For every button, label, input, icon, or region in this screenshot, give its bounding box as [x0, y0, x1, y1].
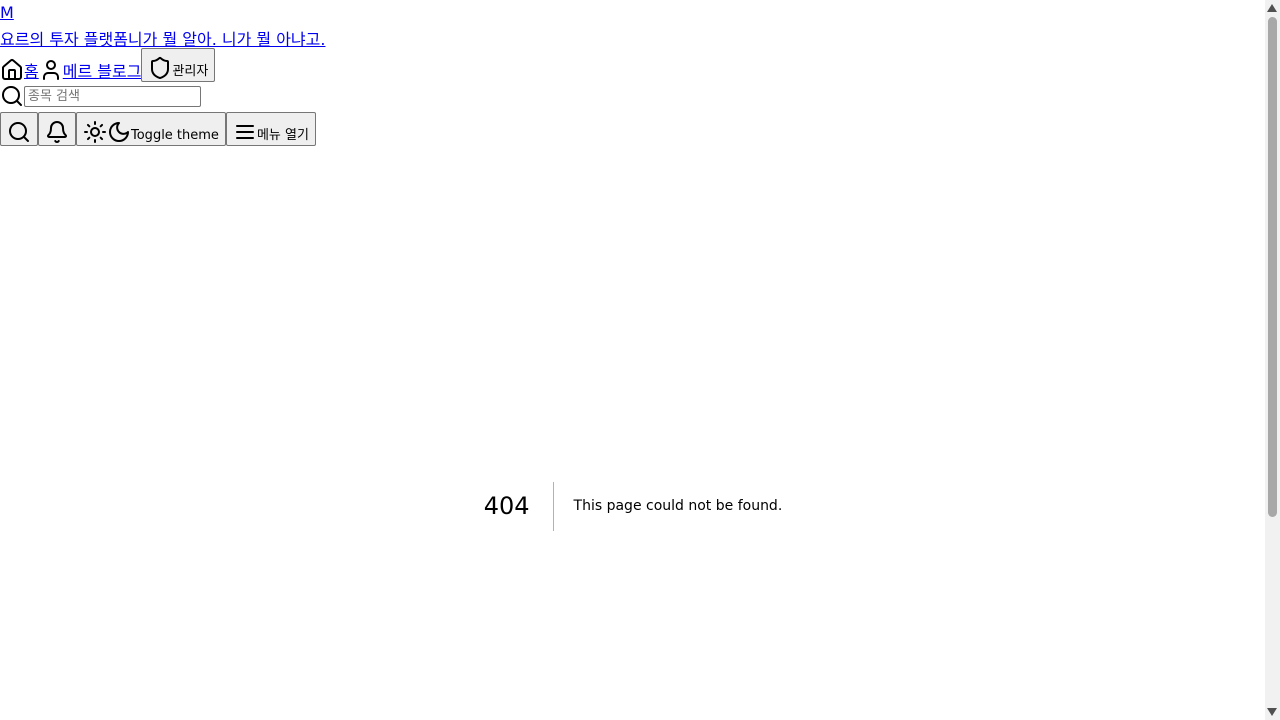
main-nav: 홈 메르 블로그 관리자: [0, 48, 216, 82]
notifications-button[interactable]: [38, 112, 76, 146]
search-bar: [0, 84, 201, 108]
tagline-row: 요르의 투자 플랫폼니가 뭘 알아. 니가 뭘 아냐고.: [0, 26, 325, 50]
toggle-theme-label: Toggle theme: [131, 128, 219, 143]
admin-button-label: 관리자: [172, 64, 209, 79]
logo-row: M: [0, 3, 14, 22]
nav-home-link[interactable]: 홈: [0, 58, 39, 82]
error-message: This page could not be found.: [573, 497, 783, 514]
scroll-up-arrow-icon[interactable]: [1267, 4, 1277, 12]
toggle-theme-button[interactable]: Toggle theme: [76, 112, 226, 146]
admin-button[interactable]: 관리자: [141, 48, 216, 82]
scroll-down-arrow-icon[interactable]: [1267, 708, 1277, 716]
stock-search-input[interactable]: [24, 85, 201, 107]
logo-link[interactable]: M: [0, 3, 14, 22]
open-menu-button[interactable]: 메뉴 열기: [225, 112, 316, 146]
shield-icon: [148, 56, 172, 80]
moon-icon: [107, 120, 131, 144]
nav-blog-label: 메르 블로그: [62, 62, 142, 81]
open-menu-label: 메뉴 열기: [256, 128, 309, 143]
scroll-thumb[interactable]: [1268, 17, 1277, 517]
nav-home-label: 홈: [24, 62, 39, 81]
nav-blog-link[interactable]: 메르 블로그: [39, 58, 142, 82]
action-bar: Toggle theme 메뉴 열기: [0, 112, 316, 146]
home-icon: [0, 58, 24, 82]
bell-icon: [45, 120, 69, 144]
search-icon: [7, 120, 31, 144]
search-icon: [0, 84, 24, 108]
tagline-link[interactable]: 요르의 투자 플랫폼니가 뭘 알아. 니가 뭘 아냐고.: [0, 26, 325, 50]
user-icon: [39, 58, 63, 82]
menu-icon: [233, 120, 257, 144]
search-button[interactable]: [0, 112, 38, 146]
error-code: 404: [484, 481, 554, 531]
sun-icon: [83, 120, 107, 144]
not-found-section: 404 This page could not be found.: [0, 481, 1266, 531]
page: M 요르의 투자 플랫폼니가 뭘 알아. 니가 뭘 아냐고. 홈 메르 블로그 …: [0, 0, 1280, 720]
vertical-scrollbar[interactable]: [1265, 0, 1280, 720]
